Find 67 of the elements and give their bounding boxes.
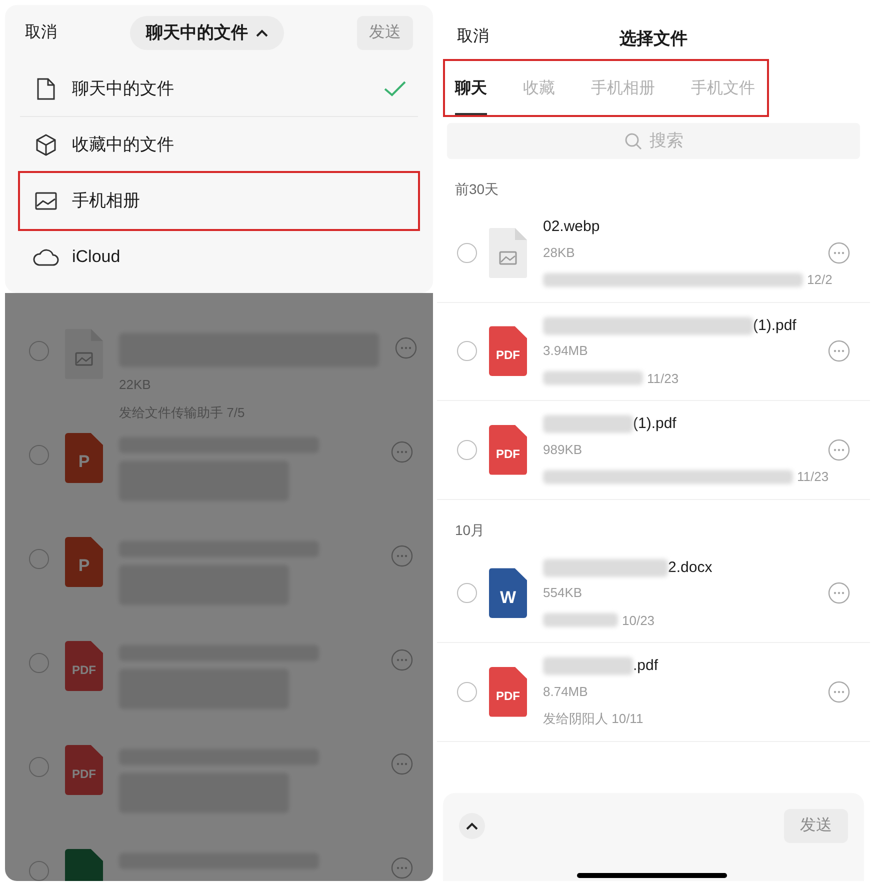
file-name: (1).pdf [753,316,796,336]
more-icon[interactable] [391,545,413,567]
image-icon [35,192,57,210]
section-header: 10月 [454,520,486,540]
more-icon[interactable] [395,337,417,359]
file-type-icon: W [489,568,527,618]
select-radio[interactable] [457,583,477,604]
file-type-icon: P [65,433,103,483]
more-icon[interactable] [828,242,850,264]
select-radio[interactable] [457,341,477,362]
file-type-icon: PDF [489,326,527,376]
file-meta: 11/23 [647,370,679,388]
caret-up-icon [466,822,478,830]
file-meta: 10/23 [622,612,655,630]
select-radio[interactable] [29,861,49,881]
file-icon [36,78,56,100]
file-type-icon: PDF [489,424,527,475]
file-name: (1).pdf [633,414,676,434]
select-radio[interactable] [29,445,49,465]
menu-item[interactable]: 收藏中的文件 [20,117,418,173]
section-header: 前30天 [454,180,500,199]
screen-title: 选择文件 [620,28,688,50]
file-name: .pdf [633,656,658,676]
more-icon[interactable] [828,582,850,604]
file-name: 02.webp [543,217,600,237]
file-type-icon: PDF [65,641,103,691]
more-icon[interactable] [828,680,850,703]
image-file-icon [489,228,527,278]
more-icon[interactable] [391,857,413,879]
cube-icon [35,134,57,156]
file-type-icon: PDF [489,666,527,717]
tab[interactable]: 聊天 [455,77,487,115]
file-name: 2.docx [668,558,712,578]
caret-up-icon [256,29,268,37]
file-size: 554KB [543,584,584,602]
select-radio[interactable] [29,549,49,569]
image-file-icon [65,329,103,379]
file-size: 989KB [543,440,584,458]
file-type-icon: PDF [65,745,103,795]
file-meta: 发给阴阳人 10/11 [543,710,644,728]
file-size: 28KB [543,244,576,262]
file-type-icon: P [65,537,103,587]
cloud-icon [33,248,59,266]
select-radio[interactable] [29,757,49,777]
menu-item[interactable]: 手机相册 [20,173,418,229]
file-size: 3.94MB [543,342,589,360]
source-dropdown[interactable]: 聊天中的文件 [130,16,284,50]
search-icon [624,132,642,150]
expand-button[interactable] [459,813,485,839]
check-icon [384,80,406,96]
select-radio[interactable] [457,440,477,460]
cancel-button[interactable]: 取消 [25,21,57,45]
more-icon[interactable] [828,340,850,362]
more-icon[interactable] [391,753,413,775]
more-icon[interactable] [391,441,413,463]
select-radio[interactable] [457,682,477,702]
file-meta: 12/2 [807,271,832,289]
menu-item[interactable]: iCloud [20,229,418,285]
more-icon[interactable] [391,649,413,671]
select-radio[interactable] [457,242,477,263]
cancel-button[interactable]: 取消 [457,25,489,49]
select-radio[interactable] [29,341,49,361]
file-meta: 11/23 [797,468,829,486]
select-radio[interactable] [29,653,49,673]
more-icon[interactable] [828,438,850,461]
menu-item[interactable]: 聊天中的文件 [20,61,418,117]
file-size: 8.74MB [543,682,589,700]
